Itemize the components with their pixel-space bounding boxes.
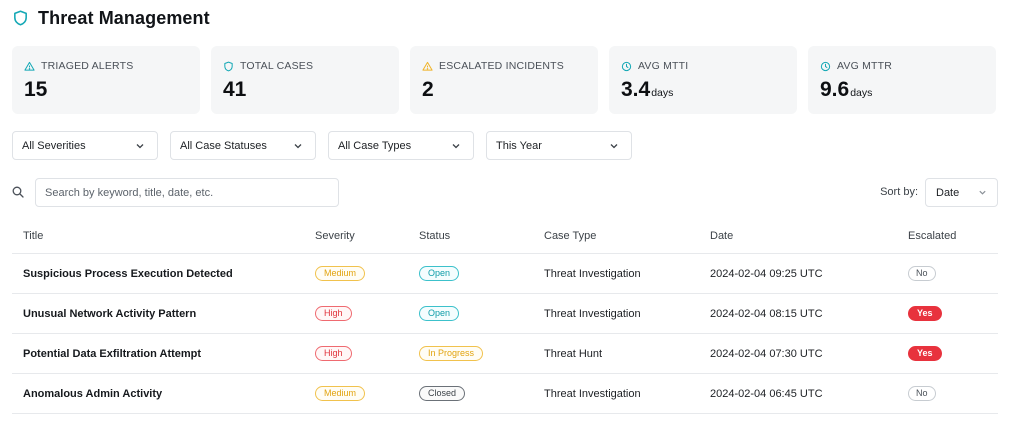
table-row[interactable]: Suspicious Process Execution Detected Me… xyxy=(12,254,998,294)
chevron-down-icon xyxy=(452,143,460,148)
status-badge: Open xyxy=(419,266,460,281)
column-header-case-type[interactable]: Case Type xyxy=(544,230,710,242)
stat-card-avg-mttr: AVG MTTR 9.6 days xyxy=(808,46,996,114)
escalated-badge: No xyxy=(908,386,936,401)
case-date: 2024-02-04 07:30 UTC xyxy=(710,347,823,360)
case-title[interactable]: Anomalous Admin Activity xyxy=(12,388,315,400)
case-type: Threat Investigation xyxy=(544,307,641,320)
case-type: Threat Hunt xyxy=(544,347,603,360)
column-header-status[interactable]: Status xyxy=(419,230,544,242)
severity-filter-select[interactable]: All Severities xyxy=(12,131,158,160)
stat-card-triaged-alerts: TRIAGED ALERTS 15 xyxy=(12,46,200,114)
case-type: Threat Investigation xyxy=(544,267,641,280)
clock-icon xyxy=(820,61,831,71)
shield-icon xyxy=(224,61,233,71)
stats-row: TRIAGED ALERTS 15 TOTAL CASES 41 ESCALAT… xyxy=(12,46,996,114)
stat-value: 41 xyxy=(223,78,247,101)
escalated-badge: No xyxy=(908,266,936,281)
filter-bar: All Severities All Case Statuses All Cas… xyxy=(12,131,632,160)
alert-triangle-icon xyxy=(24,61,35,71)
case-title[interactable]: Unusual Network Activity Pattern xyxy=(12,308,315,320)
stat-label: TOTAL CASES xyxy=(240,60,314,72)
stat-label: AVG MTTI xyxy=(638,60,689,72)
chevron-down-icon xyxy=(136,143,144,148)
stat-label: ESCALATED INCIDENTS xyxy=(439,60,564,72)
severity-badge: High xyxy=(315,346,352,361)
escalated-badge: Yes xyxy=(908,306,942,321)
stat-card-escalated-incidents: ESCALATED INCIDENTS 2 xyxy=(410,46,598,114)
select-value: This Year xyxy=(496,139,542,152)
page-header: Threat Management xyxy=(12,7,210,29)
case-date: 2024-02-04 09:25 UTC xyxy=(710,267,823,280)
stat-value: 15 xyxy=(24,78,48,101)
case-date: 2024-02-04 08:15 UTC xyxy=(710,307,823,320)
column-header-title[interactable]: Title xyxy=(12,230,315,242)
severity-badge: Medium xyxy=(315,266,366,281)
select-value: All Case Statuses xyxy=(180,139,267,152)
stat-card-avg-mtti: AVG MTTI 3.4 days xyxy=(609,46,797,114)
column-header-date[interactable]: Date xyxy=(710,230,908,242)
warning-icon xyxy=(422,61,433,71)
case-title[interactable]: Suspicious Process Execution Detected xyxy=(12,268,315,280)
table-row[interactable]: Potential Data Exfiltration Attempt High… xyxy=(12,334,998,374)
sort-label: Sort by: xyxy=(880,186,918,198)
chevron-down-icon xyxy=(294,143,302,148)
case-type: Threat Investigation xyxy=(544,387,641,400)
status-badge: Open xyxy=(419,306,460,321)
stat-card-total-cases: TOTAL CASES 41 xyxy=(211,46,399,114)
case-type-filter-select[interactable]: All Case Types xyxy=(328,131,474,160)
cases-table: Title Severity Status Case Type Date Esc… xyxy=(12,218,998,414)
search-input[interactable] xyxy=(35,178,339,207)
chevron-down-icon xyxy=(610,143,618,148)
table-header: Title Severity Status Case Type Date Esc… xyxy=(12,218,998,254)
status-badge: In Progress xyxy=(419,346,484,361)
clock-icon xyxy=(621,61,632,71)
select-value: All Severities xyxy=(22,139,86,152)
stat-unit: days xyxy=(850,87,873,99)
case-title[interactable]: Potential Data Exfiltration Attempt xyxy=(12,348,315,360)
chevron-down-icon xyxy=(979,190,986,195)
status-filter-select[interactable]: All Case Statuses xyxy=(170,131,316,160)
sort-select[interactable]: Date xyxy=(925,178,998,207)
status-badge: Closed xyxy=(419,386,466,401)
select-value: All Case Types xyxy=(338,139,412,152)
stat-value: 9.6 xyxy=(820,78,850,101)
period-filter-select[interactable]: This Year xyxy=(486,131,632,160)
stat-label: TRIAGED ALERTS xyxy=(41,60,134,72)
search-row: Sort by: Date xyxy=(12,178,998,207)
stat-value: 3.4 xyxy=(621,78,651,101)
stat-unit: days xyxy=(651,87,674,99)
select-value: Date xyxy=(936,186,960,199)
case-date: 2024-02-04 06:45 UTC xyxy=(710,387,823,400)
page-title: Threat Management xyxy=(38,7,210,28)
table-row[interactable]: Anomalous Admin Activity Medium Closed T… xyxy=(12,374,998,414)
stat-label: AVG MTTR xyxy=(837,60,893,72)
search-icon xyxy=(12,186,24,198)
stat-value: 2 xyxy=(422,78,434,101)
shield-icon xyxy=(14,10,27,26)
table-row[interactable]: Unusual Network Activity Pattern High Op… xyxy=(12,294,998,334)
severity-badge: High xyxy=(315,306,352,321)
column-header-severity[interactable]: Severity xyxy=(315,230,419,242)
severity-badge: Medium xyxy=(315,386,366,401)
column-header-escalated[interactable]: Escalated xyxy=(908,230,998,242)
escalated-badge: Yes xyxy=(908,346,942,361)
